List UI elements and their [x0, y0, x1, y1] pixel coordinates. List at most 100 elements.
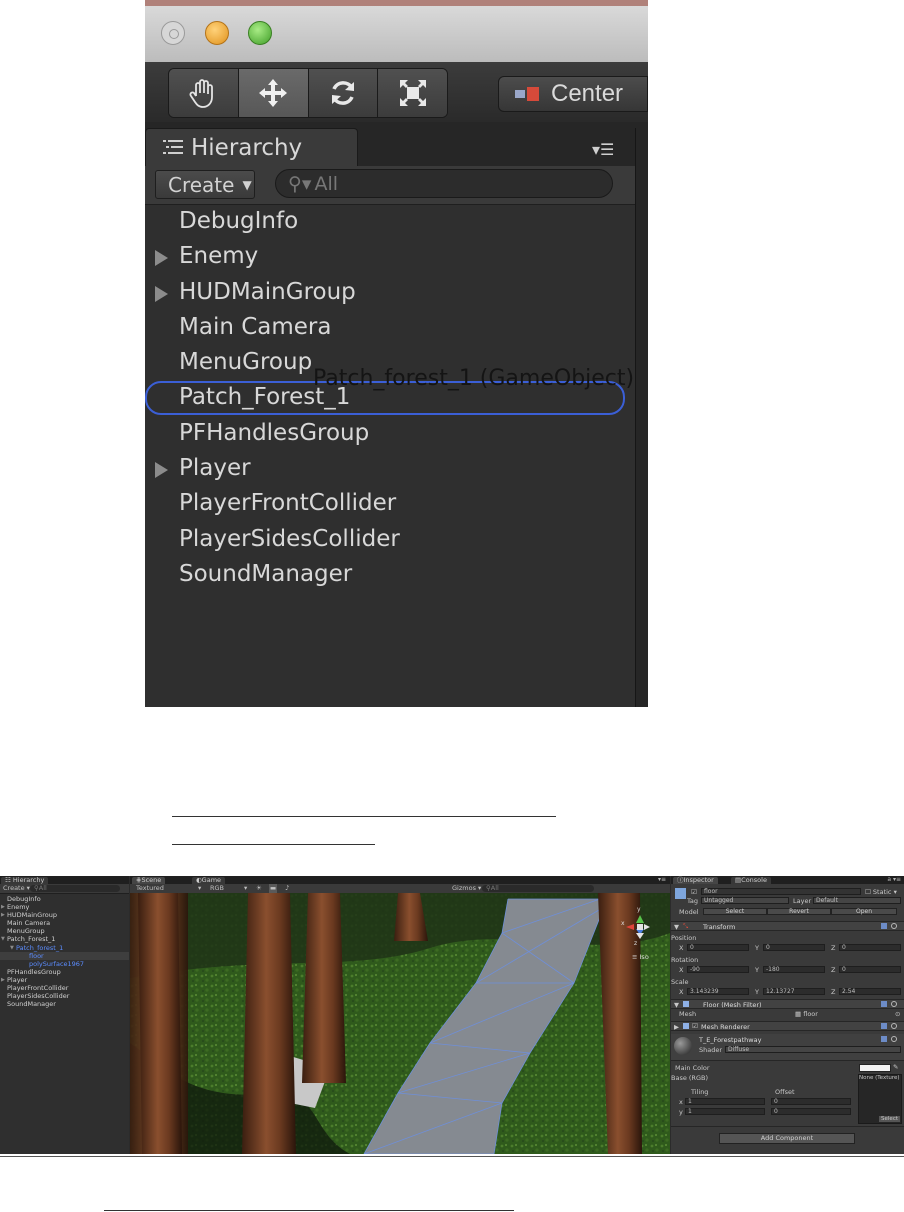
hierarchy-item[interactable]: MenuGroup	[0, 927, 129, 935]
panel-menu-icon[interactable]: ▾≡	[658, 876, 666, 883]
hierarchy-item[interactable]: Main Camera	[0, 919, 129, 927]
gear-icon[interactable]	[891, 1036, 897, 1042]
model-open-button[interactable]: Open	[831, 908, 897, 915]
scene-viewport[interactable]: y x z	[130, 893, 670, 1154]
tab-game[interactable]: ◐Game	[192, 877, 226, 884]
expand-arrow-icon[interactable]: ▶	[1, 976, 5, 984]
scale-z-field[interactable]: 2.54	[839, 988, 901, 995]
static-dropdown[interactable]: ☐ Static ▾	[865, 888, 897, 896]
tiling-x-field[interactable]: 1	[685, 1098, 765, 1105]
hierarchy-item[interactable]: ▼ Patch_forest_1	[0, 944, 129, 952]
material-header[interactable]: T_E_Forestpathway Shader Diffuse	[671, 1034, 904, 1061]
hierarchy-item[interactable]: Player	[145, 451, 635, 486]
expand-arrow-icon[interactable]	[155, 462, 168, 479]
hierarchy-item[interactable]: Main Camera	[145, 310, 635, 345]
collapse-arrow-icon[interactable]: ▼	[10, 944, 14, 952]
model-revert-button[interactable]: Revert	[767, 908, 831, 915]
rotation-z-field[interactable]: 0	[839, 966, 901, 973]
hierarchy-item[interactable]: SoundManager	[145, 557, 635, 592]
offset-y-field[interactable]: 0	[771, 1108, 851, 1115]
close-window-icon[interactable]	[161, 21, 185, 45]
tiling-y-field[interactable]: 1	[685, 1108, 765, 1115]
eyedropper-icon[interactable]: ✎	[893, 1063, 898, 1071]
render-mode-dropdown[interactable]: RGB	[210, 884, 224, 893]
tab-scene[interactable]: ⋕Scene	[132, 877, 166, 884]
shading-mode-dropdown[interactable]: Textured	[136, 884, 164, 893]
active-checkbox[interactable]: ☑	[691, 888, 697, 896]
tag-dropdown[interactable]: Untagged	[701, 897, 789, 904]
scale-tool-button[interactable]	[378, 69, 447, 117]
texture-slot[interactable]: None (Texture) Select	[858, 1074, 902, 1124]
rotate-tool-button[interactable]	[308, 69, 379, 117]
main-color-swatch[interactable]	[859, 1064, 891, 1072]
object-name-field[interactable]: floor	[701, 888, 861, 895]
tab-hierarchy[interactable]: Hierarchy	[145, 128, 358, 166]
scale-x-field[interactable]: 3.143239	[687, 988, 749, 995]
expand-arrow-icon[interactable]: ▶	[1, 911, 5, 919]
maximize-window-icon[interactable]	[248, 21, 272, 45]
projection-label[interactable]: ≡ Iso	[632, 953, 649, 961]
expand-arrow-icon[interactable]: ▶	[1, 903, 5, 911]
gizmos-dropdown[interactable]: Gizmos ▾	[452, 884, 481, 893]
panel-menu-icon[interactable]: ▾☰	[592, 140, 614, 159]
transform-component-header[interactable]: ▼ ⤡ Transform	[671, 921, 904, 931]
gear-icon[interactable]	[891, 923, 897, 929]
gear-icon[interactable]	[891, 1023, 897, 1029]
search-input[interactable]: ⚲▾ All	[275, 169, 613, 198]
hierarchy-item[interactable]: ▼ Patch_Forest_1	[0, 935, 129, 943]
expand-arrow-icon[interactable]	[155, 285, 168, 302]
shader-dropdown[interactable]: Diffuse	[725, 1046, 901, 1053]
mesh-field[interactable]: ▦ floor	[795, 1010, 818, 1018]
offset-x-field[interactable]: 0	[771, 1098, 851, 1105]
hierarchy-item[interactable]: PlayerSidesCollider	[0, 992, 129, 1000]
help-icon[interactable]	[881, 1001, 887, 1007]
help-icon[interactable]	[881, 1023, 887, 1029]
audio-toggle-icon[interactable]: ♪	[285, 884, 289, 893]
lock-icon[interactable]: a ▾≡	[887, 876, 901, 883]
position-y-field[interactable]: 0	[763, 944, 825, 951]
help-icon[interactable]	[881, 1036, 887, 1042]
object-picker-icon[interactable]: ⊙	[895, 1010, 900, 1018]
tab-inspector[interactable]: ⓘInspector	[673, 877, 718, 884]
rotation-x-field[interactable]: -90	[687, 966, 749, 973]
hierarchy-item[interactable]: PlayerSidesCollider	[145, 522, 635, 557]
collapse-arrow-icon[interactable]: ▼	[1, 935, 5, 943]
position-x-field[interactable]: 0	[687, 944, 749, 951]
search-input[interactable]: ⚲All	[30, 885, 120, 892]
expand-arrow-icon[interactable]	[155, 250, 168, 267]
panel-splitter[interactable]	[635, 128, 648, 707]
help-icon[interactable]	[881, 923, 887, 929]
layer-dropdown[interactable]: Default	[813, 897, 901, 904]
tab-console[interactable]: ▤Console	[731, 877, 771, 884]
hierarchy-item[interactable]: ▶ Player	[0, 976, 129, 984]
hierarchy-item[interactable]: Enemy	[145, 239, 635, 274]
create-dropdown[interactable]: Create ▾	[3, 884, 30, 893]
create-dropdown[interactable]: Create ▼	[155, 170, 255, 199]
hand-tool-button[interactable]	[169, 69, 239, 117]
hierarchy-item[interactable]: ▶ HUDMainGroup	[0, 911, 129, 919]
hierarchy-item[interactable]: PFHandlesGroup	[145, 416, 635, 451]
scene-image-toggle-icon[interactable]: ▬	[269, 884, 278, 893]
model-select-button[interactable]: Select	[703, 908, 767, 915]
scale-y-field[interactable]: 12.13727	[763, 988, 825, 995]
mesh-filter-component-header[interactable]: ▼ Floor (Mesh Filter)	[671, 999, 904, 1009]
pivot-center-button[interactable]: Center	[498, 76, 648, 112]
hierarchy-item[interactable]: PlayerFrontCollider	[145, 486, 635, 521]
minimize-window-icon[interactable]	[205, 21, 229, 45]
hierarchy-item[interactable]: PFHandlesGroup	[0, 968, 129, 976]
hierarchy-item[interactable]: DebugInfo	[145, 204, 635, 239]
texture-select-button[interactable]: Select	[879, 1116, 900, 1122]
move-tool-button[interactable]	[238, 69, 309, 117]
rotation-y-field[interactable]: -180	[763, 966, 825, 973]
lighting-toggle-icon[interactable]: ☀	[256, 884, 262, 893]
hierarchy-item[interactable]: polySurface1967	[0, 960, 129, 968]
hierarchy-item[interactable]: PlayerFrontCollider	[0, 984, 129, 992]
hierarchy-item[interactable]: ▶ Enemy	[0, 903, 129, 911]
hierarchy-item[interactable]: HUDMainGroup	[145, 275, 635, 310]
gear-icon[interactable]	[891, 1001, 897, 1007]
scene-search-input[interactable]: ⚲All	[482, 885, 594, 892]
position-z-field[interactable]: 0	[839, 944, 901, 951]
hierarchy-item[interactable]: DebugInfo	[0, 895, 129, 903]
mesh-renderer-checkbox[interactable]: ☑	[692, 1022, 698, 1030]
mesh-renderer-component-header[interactable]: ▶ ☑ Mesh Renderer	[671, 1021, 904, 1031]
